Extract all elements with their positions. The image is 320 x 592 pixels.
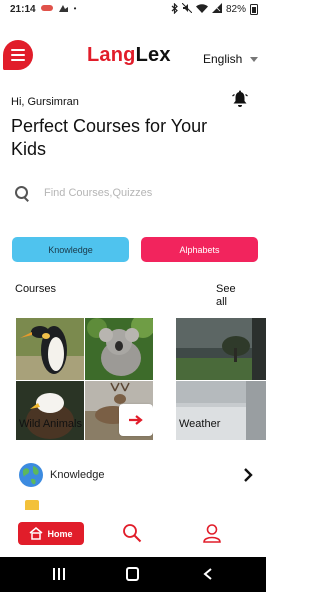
home-icon — [30, 527, 43, 540]
mute-icon — [181, 2, 193, 15]
system-navigation-bar — [0, 557, 266, 592]
page-headline: Perfect Courses for Your Kids — [11, 116, 208, 159]
bell-icon[interactable] — [232, 90, 248, 108]
signal-icon — [211, 3, 222, 15]
arrow-right-icon — [129, 415, 143, 425]
course-label-weather: Weather — [179, 418, 221, 430]
battery-percent: 82% — [225, 3, 246, 15]
logo-part-lang: Lang — [87, 44, 136, 66]
nav-search-icon[interactable] — [122, 523, 142, 543]
dot-icon: • — [73, 4, 77, 13]
penguin-image — [16, 318, 84, 380]
weather-tree-image — [176, 318, 266, 380]
search-bar[interactable] — [14, 180, 254, 206]
menu-line — [11, 59, 25, 61]
menu-line — [11, 49, 25, 51]
recent-line — [63, 568, 65, 580]
courses-section-title: Courses — [15, 283, 56, 295]
notification-icon — [58, 4, 69, 15]
app-logo: LangLex — [87, 44, 171, 67]
status-time: 21:14 — [10, 3, 36, 15]
system-back-button[interactable] — [203, 568, 213, 580]
nav-home-button[interactable]: Home — [18, 522, 84, 545]
menu-button[interactable] — [3, 40, 33, 70]
koala-image — [85, 318, 153, 380]
partial-list-icon — [25, 500, 39, 510]
app-header: LangLex English — [0, 34, 266, 78]
course-arrow-button[interactable] — [119, 404, 153, 436]
greeting-text: Hi, Gursimran — [11, 96, 79, 108]
alphabets-category-button[interactable]: Alphabets — [141, 237, 258, 262]
recent-apps-button[interactable] — [53, 568, 65, 580]
bluetooth-icon — [171, 2, 178, 16]
status-left: 21:14 • — [10, 4, 76, 15]
language-value: English — [203, 52, 243, 66]
status-right: 82% — [171, 2, 258, 16]
knowledge-list-item[interactable]: Knowledge — [18, 460, 254, 490]
status-bar: 21:14 • 82% — [0, 0, 266, 18]
menu-line — [11, 54, 25, 56]
system-home-button[interactable] — [126, 567, 139, 581]
wifi-icon — [195, 3, 208, 15]
notification-icon — [40, 4, 53, 14]
search-icon — [14, 185, 30, 201]
globe-icon — [19, 463, 43, 487]
course-label-wild-animals: Wild Animals — [19, 418, 82, 430]
bottom-navigation: Home — [0, 513, 266, 557]
logo-part-lex: Lex — [135, 44, 171, 66]
nav-home-label: Home — [47, 528, 73, 539]
language-select[interactable]: English — [203, 52, 259, 66]
recent-line — [58, 568, 60, 580]
search-input[interactable] — [44, 187, 224, 199]
eagle-image — [16, 381, 84, 440]
weather-snow-image — [176, 381, 266, 440]
recent-line — [53, 568, 55, 580]
chevron-down-icon — [250, 56, 259, 62]
chevron-right-icon[interactable] — [242, 467, 254, 483]
knowledge-item-label: Knowledge — [50, 469, 105, 481]
battery-icon — [250, 3, 258, 15]
nav-profile-icon[interactable] — [202, 523, 222, 543]
knowledge-category-button[interactable]: Knowledge — [12, 237, 129, 262]
course-card-wild-animals[interactable]: Wild Animals — [16, 318, 153, 440]
course-card-weather[interactable]: Weather — [176, 318, 266, 440]
see-all-link[interactable]: See all — [216, 283, 246, 309]
